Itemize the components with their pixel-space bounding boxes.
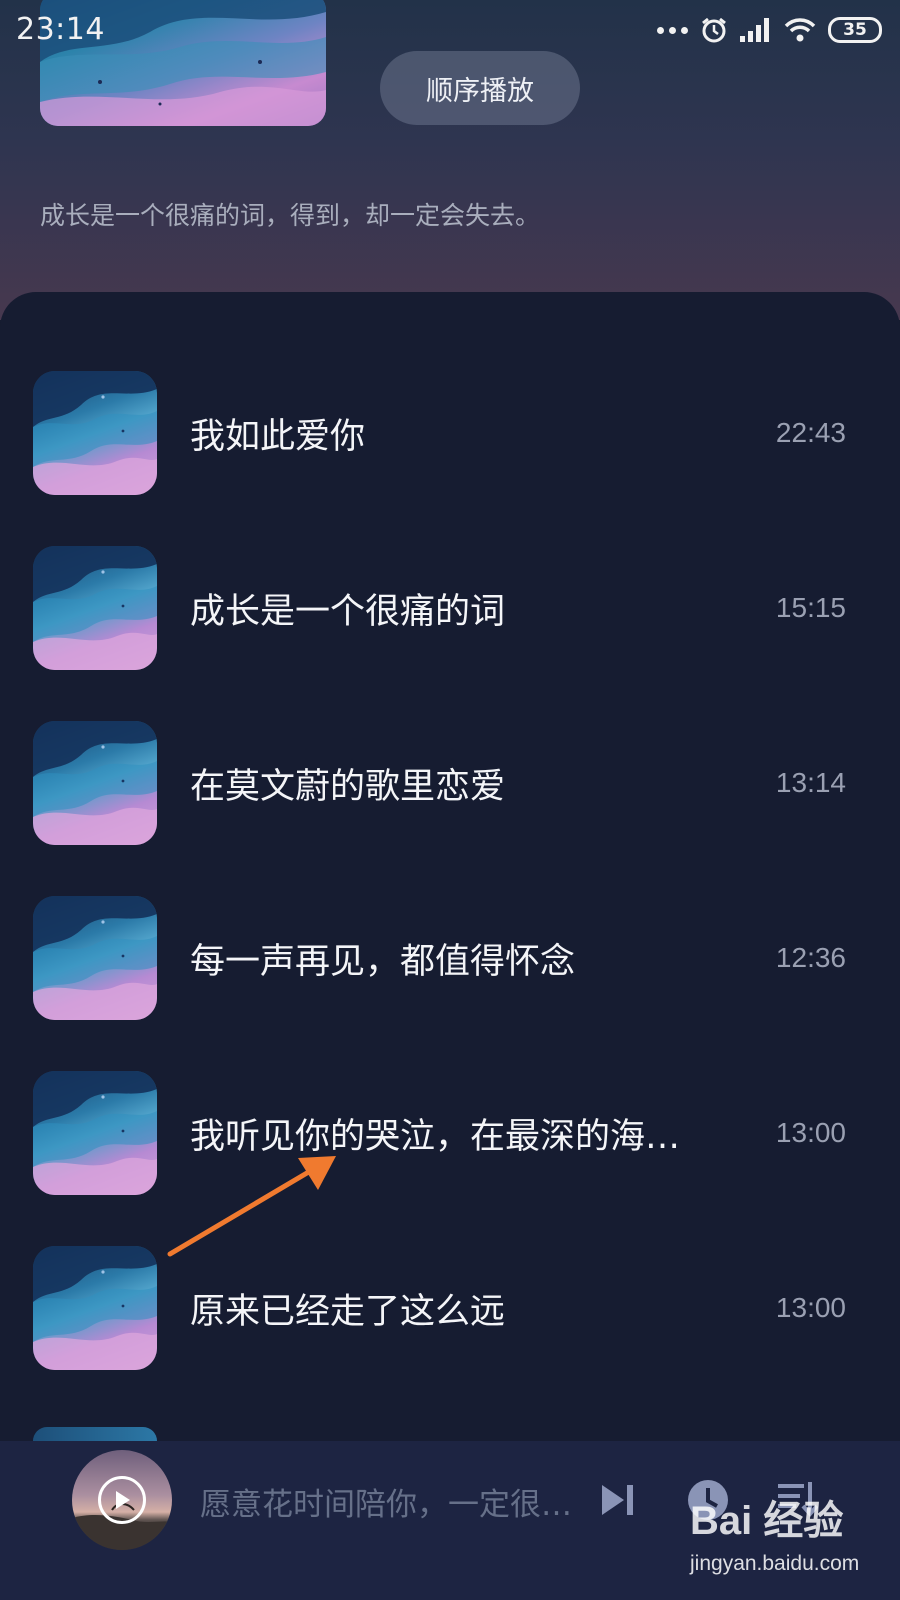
more-dots-icon: [657, 26, 688, 34]
track-row[interactable]: 成长是一个很痛的词 15:15: [0, 546, 900, 670]
track-thumbnail: [33, 721, 157, 845]
track-duration: 13:14: [775, 767, 846, 798]
alarm-icon: [702, 17, 726, 43]
signal-icon: [740, 18, 769, 42]
track-row[interactable]: 每一声再见，都值得怀念 12:36: [0, 896, 900, 1020]
track-title: 我听见你的哭泣，在最深的海…: [190, 1116, 681, 1157]
track-row[interactable]: 我听见你的哭泣，在最深的海… 13:00: [0, 1071, 900, 1195]
track-title: 我如此爱你: [190, 416, 366, 457]
track-duration: 22:43: [775, 417, 846, 448]
track-thumbnail-partial: [33, 1427, 157, 1441]
track-thumbnail: [33, 1071, 157, 1195]
play-mode-button[interactable]: 顺序播放: [380, 51, 580, 125]
track-thumbnail: [33, 1246, 157, 1370]
album-tagline: 成长是一个很痛的词，得到，却一定会失去。: [40, 201, 541, 230]
track-row[interactable]: 我如此爱你 22:43: [0, 371, 900, 495]
track-duration: 15:15: [775, 592, 846, 623]
wifi-icon: [784, 18, 816, 42]
now-playing-title: 愿意花时间陪你，一定很…: [200, 1486, 572, 1523]
track-duration: 13:00: [775, 1117, 846, 1148]
watermark-url: jingyan.baidu.com: [690, 1552, 860, 1575]
play-icon: [116, 1491, 130, 1509]
track-duration: 12:36: [775, 942, 846, 973]
battery-icon: 35: [828, 17, 882, 43]
track-title: 成长是一个很痛的词: [190, 591, 506, 632]
play-button[interactable]: [98, 1476, 146, 1524]
watermark-logo-text: Bai 经验: [690, 1499, 844, 1543]
track-title: 在莫文蔚的歌里恋爱: [190, 766, 506, 807]
track-title: 每一声再见，都值得怀念: [190, 941, 576, 982]
track-thumbnail: [33, 896, 157, 1020]
status-time: 23:14: [16, 12, 105, 47]
track-title: 原来已经走了这么远: [190, 1291, 506, 1332]
track-thumbnail: [33, 546, 157, 670]
track-row[interactable]: 原来已经走了这么远 13:00: [0, 1246, 900, 1370]
baidu-jingyan-watermark: Bai 经验 jingyan.baidu.com: [690, 1488, 890, 1588]
next-track-icon[interactable]: [600, 1482, 636, 1518]
track-duration: 13:00: [775, 1292, 846, 1323]
track-thumbnail: [33, 371, 157, 495]
track-row[interactable]: 在莫文蔚的歌里恋爱 13:14: [0, 721, 900, 845]
